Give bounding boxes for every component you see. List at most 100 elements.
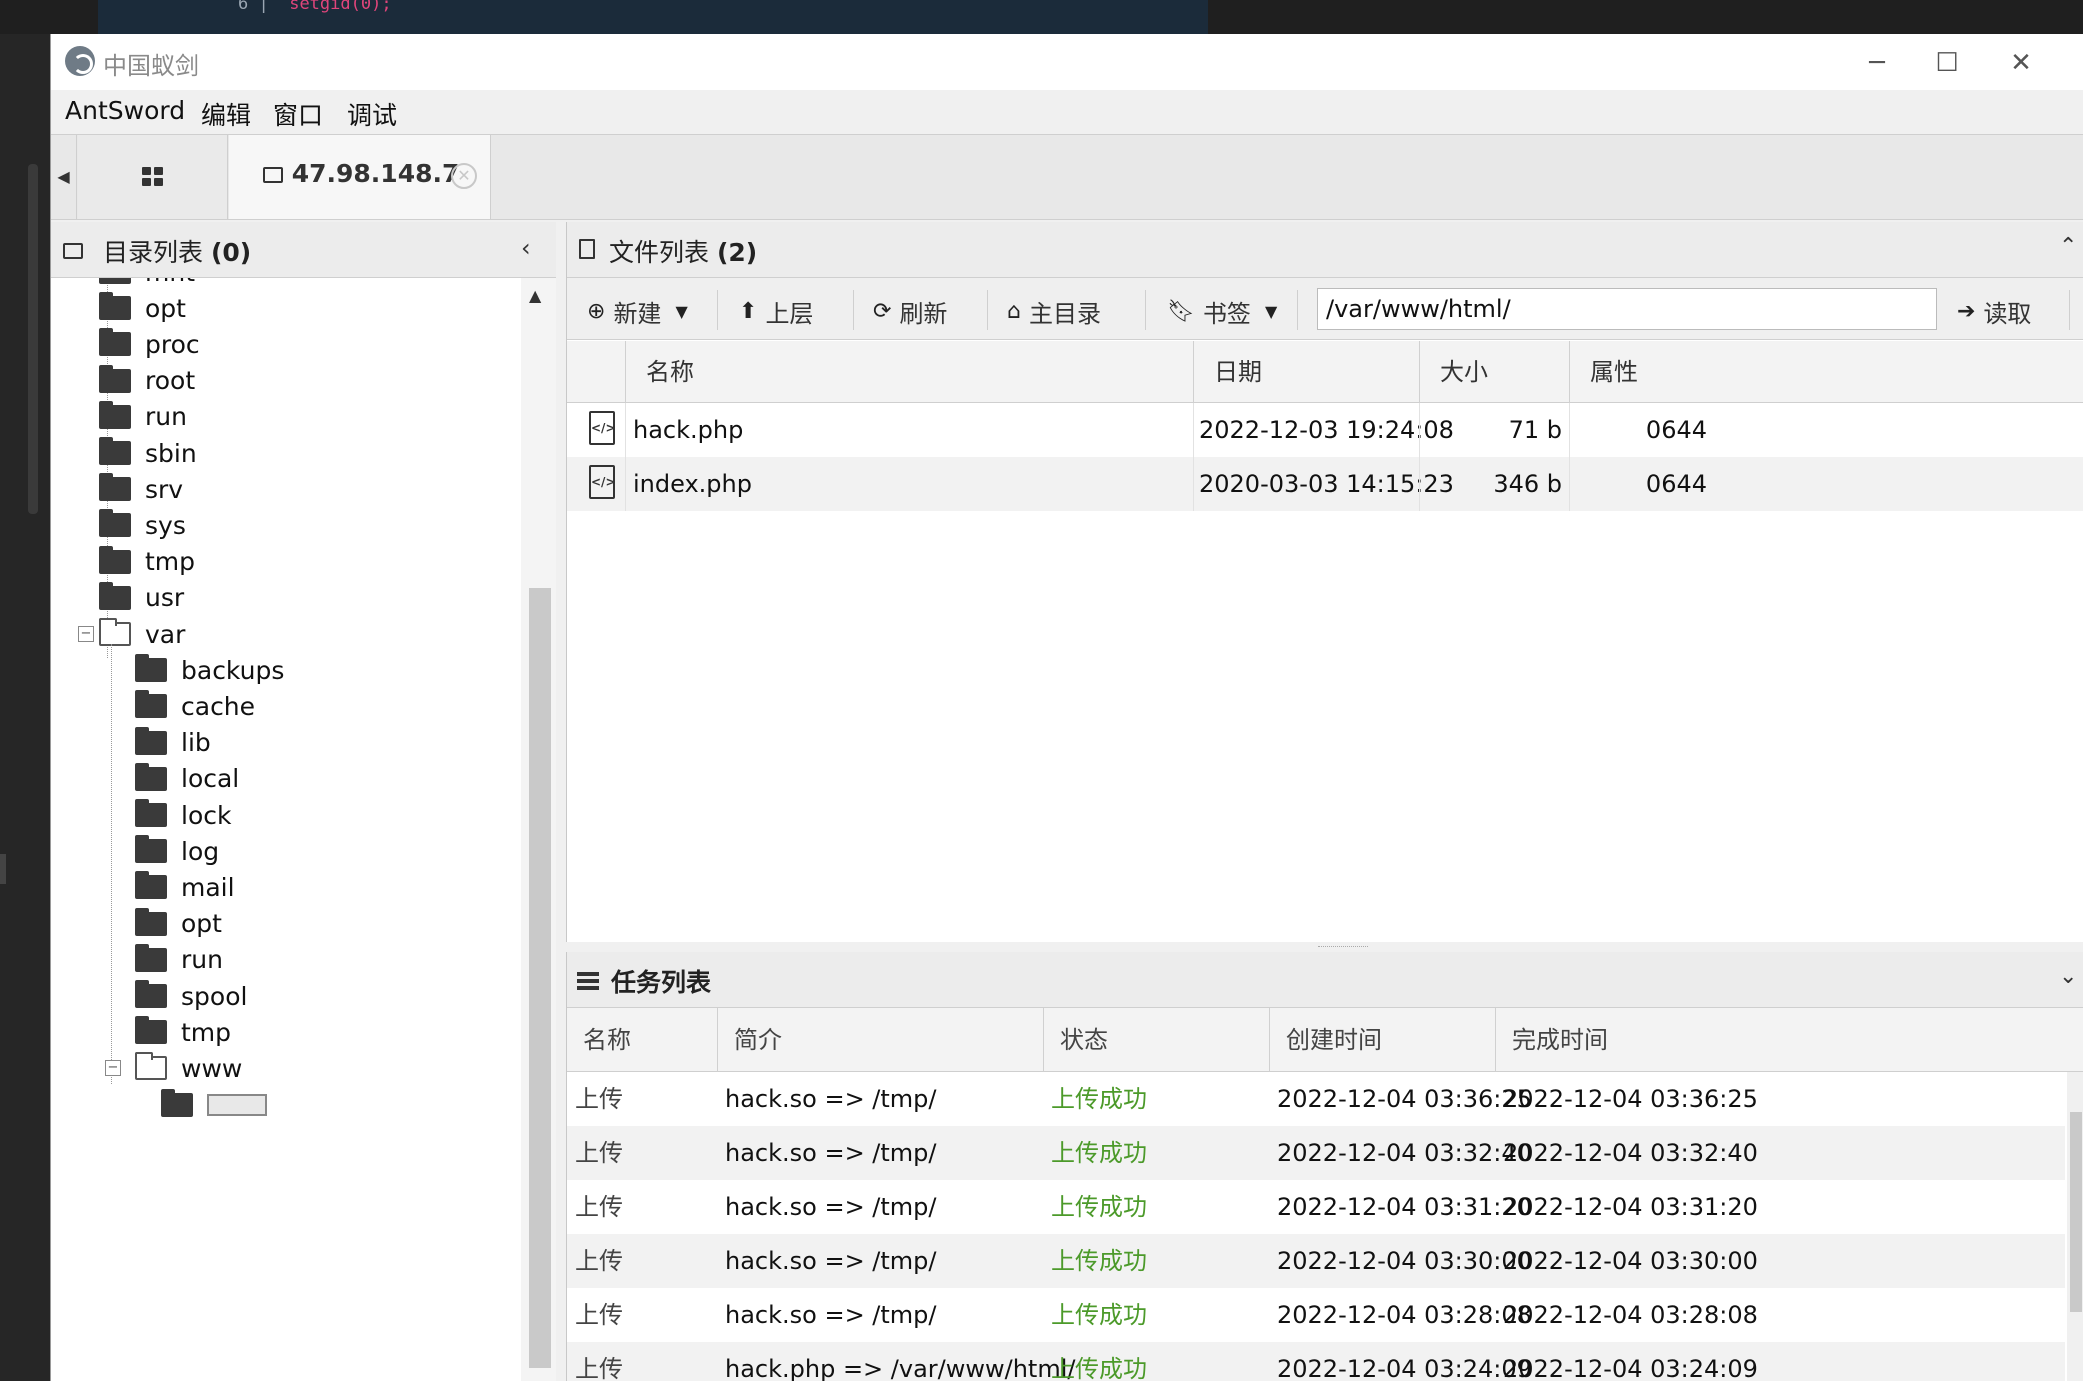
tree-item-usr[interactable]: usr xyxy=(99,578,184,618)
tree-item-label: lib xyxy=(181,728,211,758)
tree-item-label: usr xyxy=(145,583,185,613)
folder-icon xyxy=(135,726,167,755)
column-task-status[interactable]: 状态 xyxy=(1043,1008,1269,1072)
maximize-button[interactable]: ☐ xyxy=(1917,42,1977,84)
tree-item-var-mail[interactable]: mail xyxy=(135,867,235,907)
minimize-button[interactable]: ─ xyxy=(1847,42,1907,84)
tree-item-label: backups xyxy=(181,655,285,685)
line-number: 6 xyxy=(238,0,249,14)
tree-item-tmp[interactable]: tmp xyxy=(99,542,195,582)
task-type: 上传 xyxy=(575,1139,623,1167)
read-button[interactable]: ➔ 读取 xyxy=(1957,294,2031,329)
tree-item-var-run[interactable]: run xyxy=(135,940,223,980)
new-button[interactable]: ⊕ 新建 ▼ xyxy=(587,294,696,329)
bookmark-button[interactable]: 🔖︎ 书签 ▼ xyxy=(1167,294,1285,329)
bookmark-label: 书签 xyxy=(1202,300,1251,328)
tab-label: 47.98.148.7 xyxy=(263,159,459,188)
tree-item-var-lock[interactable]: lock xyxy=(135,795,231,835)
scrollbar-thumb[interactable] xyxy=(2070,1112,2082,1312)
tree-item-partial[interactable] xyxy=(161,1085,267,1125)
task-finished: 2022-12-04 03:28:08 xyxy=(1503,1301,1758,1329)
task-desc: hack.php => /var/www/html/ xyxy=(725,1355,1076,1381)
tree-item-var-local[interactable]: local xyxy=(135,759,239,799)
window-title: 中国蚁剑 xyxy=(103,52,199,80)
title-bar[interactable]: 中国蚁剑 ─ ☐ ✕ xyxy=(51,34,2083,90)
scrollbar-thumb[interactable] xyxy=(529,588,551,1368)
file-date: 2022-12-03 19:24:08 xyxy=(1199,416,1454,444)
collapse-up-icon[interactable]: ⌃ xyxy=(2059,234,2077,259)
tree-item-www[interactable]: www xyxy=(135,1048,242,1088)
collapse-var-icon[interactable]: − xyxy=(78,626,94,642)
tree-item-proc[interactable]: proc xyxy=(99,324,200,364)
task-row[interactable]: 上传 hack.php => /var/www/html/上传成功 2022-12-… xyxy=(567,1342,2065,1381)
tab-host-text: 47.98.148.7 xyxy=(291,159,460,188)
file-row[interactable]: </> hack.php 2022-12-03 19:24:08 71 b 0644 xyxy=(567,403,2083,457)
task-title-text: 任务列表 xyxy=(611,968,712,997)
folder-icon xyxy=(135,690,167,719)
collapse-www-icon[interactable]: − xyxy=(105,1060,121,1077)
tree-item-var-cache[interactable]: cache xyxy=(135,686,255,726)
panel-splitter[interactable] xyxy=(566,942,2083,952)
close-window-button[interactable]: ✕ xyxy=(1991,42,2051,84)
menu-window[interactable]: 窗口 xyxy=(273,96,323,132)
file-row[interactable]: </> index.php 2020-03-03 14:15:23 346 b 0644 xyxy=(567,457,2083,511)
tree-scrollbar[interactable]: ▲ xyxy=(521,278,556,1381)
task-desc: hack.so => /tmp/ xyxy=(725,1247,937,1275)
task-type: 上传 xyxy=(575,1355,623,1381)
task-scrollbar[interactable] xyxy=(2067,1072,2083,1381)
file-count: (2) xyxy=(716,238,758,267)
tree-item-var-lib[interactable]: lib xyxy=(135,723,211,763)
column-name[interactable]: 名称 xyxy=(625,341,1193,403)
task-row[interactable]: 上传 hack.so => /tmp/上传成功 2022-12-04 03:31:2… xyxy=(567,1180,2065,1234)
tree-item-label: run xyxy=(145,402,187,432)
task-row[interactable]: 上传 hack.so => /tmp/上传成功 2022-12-04 03:36:2… xyxy=(567,1072,2065,1126)
directory-count: (0) xyxy=(210,238,252,267)
tree-item-srv[interactable]: srv xyxy=(99,469,183,509)
menu-debug[interactable]: 调试 xyxy=(347,96,397,132)
column-task-desc[interactable]: 简介 xyxy=(717,1008,1043,1072)
tree-item-var-backups[interactable]: backups xyxy=(135,650,284,690)
directory-panel-title: 目录列表 (0) xyxy=(103,233,251,269)
tree-item-var-spool[interactable]: spool xyxy=(135,976,247,1016)
tab-close-icon[interactable]: ✕ xyxy=(451,163,477,189)
column-task-created[interactable]: 创建时间 xyxy=(1269,1008,1495,1072)
column-task-finished[interactable]: 完成时间 xyxy=(1495,1008,2083,1072)
column-task-name[interactable]: 名称 xyxy=(567,1008,717,1072)
menu-antsword[interactable]: AntSword xyxy=(65,96,185,125)
tree-item-run[interactable]: run xyxy=(99,397,187,437)
folder-icon xyxy=(99,509,131,538)
collapse-down-icon[interactable]: ⌄ xyxy=(2059,964,2077,989)
task-panel: 任务列表 ⌄ 名称 简介 状态 创建时间 完成时间 上传 hack.so => /… xyxy=(566,952,2083,1381)
tree-item-var-opt[interactable]: opt xyxy=(135,904,222,944)
tree-item-sys[interactable]: sys xyxy=(99,505,186,545)
tree-item-label: proc xyxy=(145,329,200,359)
home-dir-button[interactable]: ⌂ 主目录 xyxy=(1007,294,1101,329)
folder-icon xyxy=(99,364,131,393)
column-size[interactable]: 大小 xyxy=(1419,341,1569,403)
collapse-left-icon[interactable]: ‹ xyxy=(521,234,531,262)
scroll-up-icon[interactable]: ▲ xyxy=(529,286,541,305)
menu-edit[interactable]: 编辑 xyxy=(201,96,251,132)
refresh-button[interactable]: ⟳ 刷新 xyxy=(873,294,947,329)
tree-item-var-log[interactable]: log xyxy=(135,831,219,871)
file-name: hack.php xyxy=(633,416,744,444)
up-level-button[interactable]: ⬆ 上层 xyxy=(739,294,813,329)
tab-home[interactable] xyxy=(78,135,228,219)
task-panel-header: 任务列表 ⌄ xyxy=(567,952,2083,1008)
tab-scroll-left-icon[interactable]: ◀ xyxy=(51,135,77,219)
task-desc: hack.so => /tmp/ xyxy=(725,1139,937,1167)
tree-item-var-tmp[interactable]: tmp xyxy=(135,1012,231,1052)
folder-icon xyxy=(135,762,167,791)
task-row[interactable]: 上传 hack.so => /tmp/上传成功 2022-12-04 03:30:0… xyxy=(567,1234,2065,1288)
tab-shell-session[interactable]: 47.98.148.7 ✕ xyxy=(229,135,491,219)
task-row[interactable]: 上传 hack.so => /tmp/上传成功 2022-12-04 03:28:0… xyxy=(567,1288,2065,1342)
task-row[interactable]: 上传 hack.so => /tmp/上传成功 2022-12-04 03:32:4… xyxy=(567,1126,2065,1180)
tree-item-opt[interactable]: opt xyxy=(99,288,186,328)
tree-item-root[interactable]: root xyxy=(99,361,195,401)
column-attr[interactable]: 属性 xyxy=(1569,341,2083,403)
folder-open-icon xyxy=(135,1052,167,1081)
tree-item-sbin[interactable]: sbin xyxy=(99,433,197,473)
path-input[interactable] xyxy=(1317,288,1937,330)
file-panel: 文件列表 (2) ⌃ ⊕ 新建 ▼ ⬆ 上层 ⟳ 刷新 ⌂ 主目录 🔖︎ 书签 ▼ ➔ 读取 名… xyxy=(566,222,2083,942)
column-date[interactable]: 日期 xyxy=(1193,341,1419,403)
